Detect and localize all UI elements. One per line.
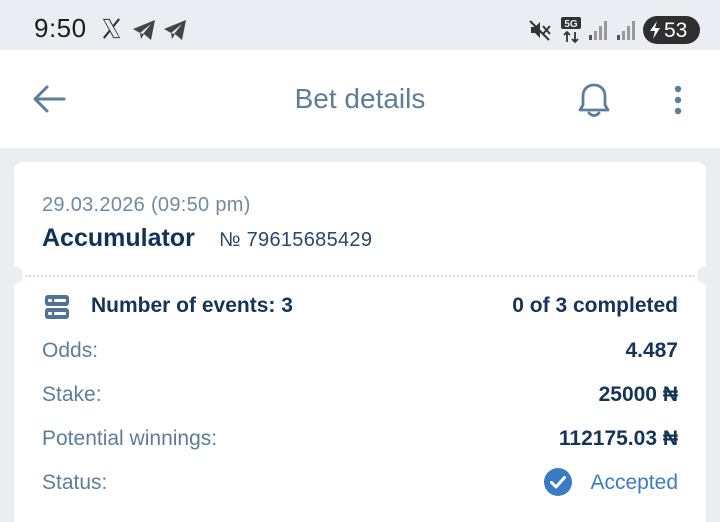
- status-time: 9:50: [34, 13, 87, 43]
- events-completed: 0 of 3 completed: [512, 294, 678, 317]
- battery-level: 53: [664, 19, 688, 42]
- stake-value: 25000 ₦: [598, 383, 678, 406]
- check-circle-icon: [544, 468, 572, 496]
- telegram-icon: [133, 20, 155, 40]
- status-label: Status:: [42, 471, 108, 494]
- odds-label: Odds:: [42, 339, 99, 362]
- more-vertical-icon: [674, 85, 682, 115]
- status-bar: 9:50 5G 53: [0, 0, 720, 50]
- signal-icon: [617, 21, 635, 40]
- stake-label: Stake:: [42, 383, 102, 406]
- battery-indicator: 53: [643, 16, 700, 44]
- more-options-button[interactable]: [660, 78, 696, 122]
- ticket-notch-left: [5, 266, 23, 284]
- x-icon: [102, 18, 121, 39]
- bell-icon: [578, 83, 610, 117]
- signal-icon: [589, 21, 607, 40]
- telegram-icon: [164, 20, 186, 40]
- bet-date: 29.03.2026 (09:50 pm): [42, 194, 251, 216]
- notifications-button[interactable]: [572, 78, 616, 122]
- events-list-icon: [45, 295, 69, 319]
- odds-value: 4.487: [625, 339, 678, 362]
- mute-icon: [529, 20, 551, 41]
- events-count: Number of events: 3: [91, 294, 293, 317]
- ticket-notch-right: [697, 266, 715, 284]
- potential-winnings-value: 112175.03 ₦: [558, 427, 678, 450]
- ticket-divider: [26, 275, 694, 277]
- 5g-icon: 5G: [561, 17, 581, 44]
- charging-bolt-icon: [650, 21, 660, 39]
- bet-type: Accumulator: [42, 224, 195, 252]
- potential-winnings-label: Potential winnings:: [42, 427, 218, 450]
- svg-text:5G: 5G: [564, 19, 578, 30]
- app-bar: Bet details: [0, 50, 720, 148]
- status-value: Accepted: [590, 471, 678, 494]
- bet-number: № 79615685429: [219, 229, 373, 251]
